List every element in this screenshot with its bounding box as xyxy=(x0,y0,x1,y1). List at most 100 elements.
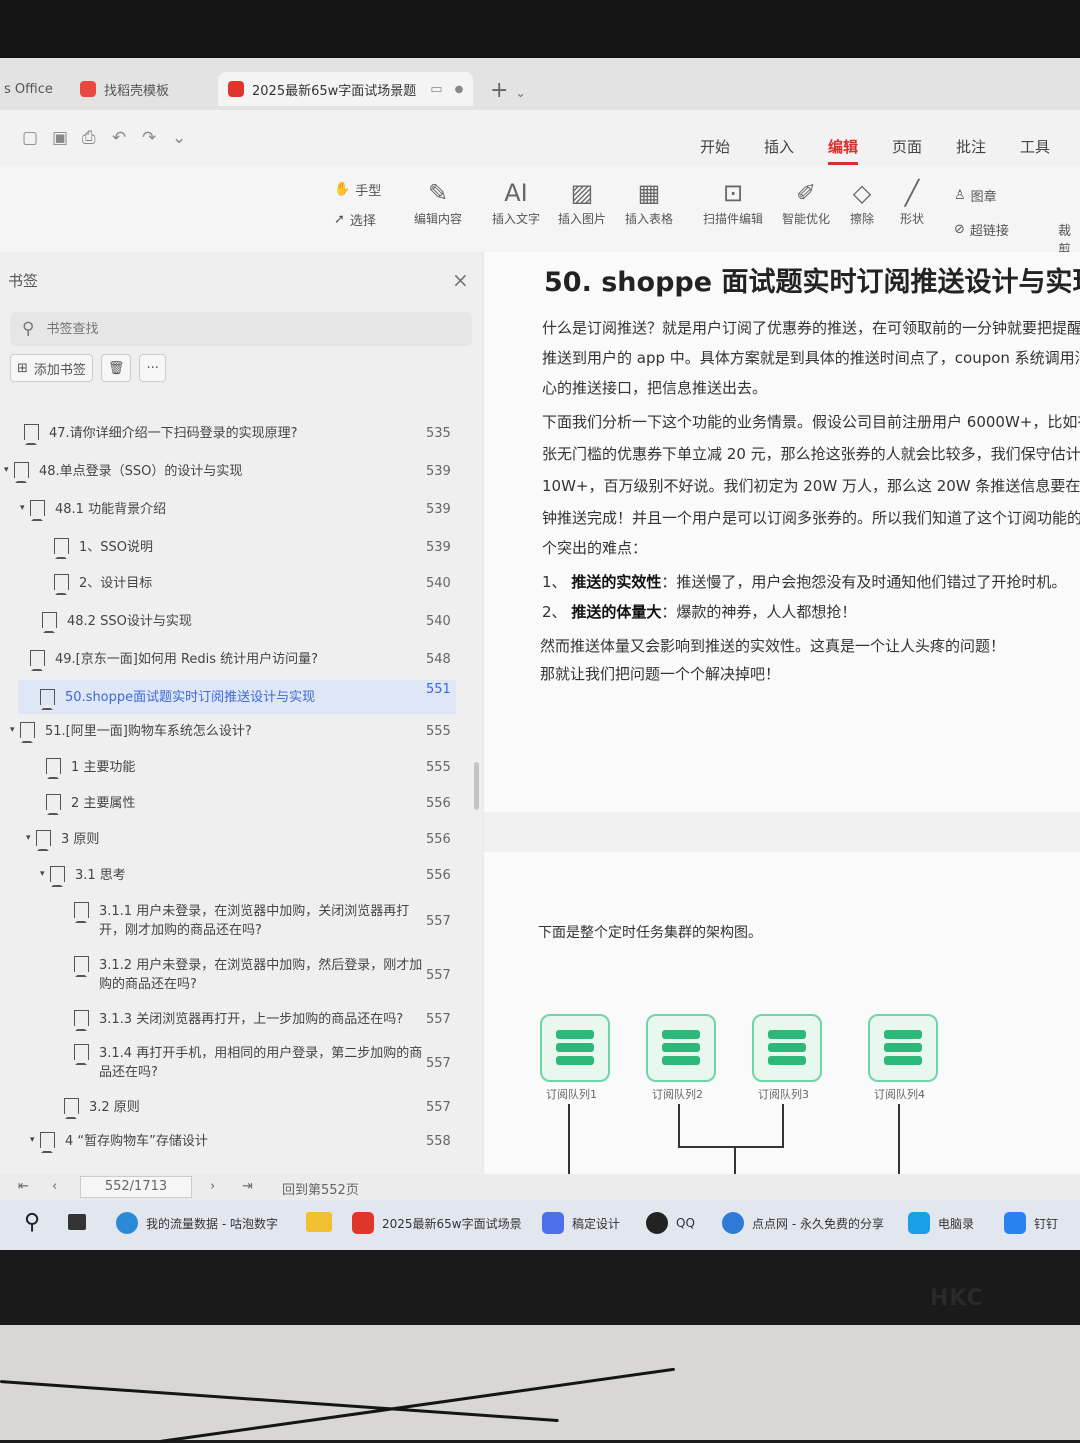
bookmark-item[interactable]: 47.请你详细介绍一下扫码登录的实现原理? 535 xyxy=(0,424,460,445)
scan-edit-button[interactable]: ⊡ 扫描件编辑 xyxy=(703,176,763,227)
bookmark-item[interactable]: 48.2 SSO设计与实现 540 xyxy=(0,612,460,633)
expand-arrow-icon[interactable]: ▾ xyxy=(30,1135,40,1145)
bookmark-icon xyxy=(40,1132,55,1153)
bookmark-item[interactable]: 3.1.4 再打开手机，用相同的用户登录，第二步加购的商品还在吗? 557 xyxy=(0,1044,460,1082)
insert-text-icon: AI xyxy=(504,179,528,207)
bookmark-label: 1 主要功能 xyxy=(71,760,136,775)
folder-icon[interactable] xyxy=(306,1212,332,1232)
paragraph-line: 张无门槛的优惠券下单立减 20 元，那么抢这张券的人就会比较多，我们保守估计 xyxy=(542,445,1080,463)
bookmark-icon xyxy=(50,866,65,887)
edit-content-button[interactable]: ✎ 编辑内容 xyxy=(414,176,462,227)
taskbar-dingtalk[interactable]: 钉钉 xyxy=(1004,1212,1058,1234)
back-to-page-link[interactable]: 回到第552页 xyxy=(282,1179,359,1198)
page-indicator[interactable]: 552/1713 xyxy=(80,1176,192,1198)
bookmark-item[interactable]: ▾ 3 原则 556 xyxy=(0,830,460,851)
taskbar-diandian[interactable]: 点点网 - 永久免费的分享 xyxy=(722,1212,884,1234)
bookmark-item[interactable]: 3.1.2 用户未登录，在浏览器中加购，然后登录，刚才加购的商品还在吗? 557 xyxy=(0,956,460,994)
stamp-button[interactable]: ♙ 图章 xyxy=(954,186,997,205)
insert-image-button[interactable]: ▨ 插入图片 xyxy=(558,176,606,227)
search-icon[interactable]: ⚲ xyxy=(24,1210,40,1235)
taskbar-qq[interactable]: QQ xyxy=(646,1212,695,1234)
bookmark-search-box[interactable]: ⚲ xyxy=(10,312,472,346)
menu-tools[interactable]: 工具 xyxy=(1020,136,1050,157)
tab-template[interactable]: 找稻壳模板 xyxy=(80,72,169,106)
bookmark-page-number: 556 xyxy=(426,796,451,811)
bookmark-item[interactable]: ▾ 51.[阿里一面]购物车系统怎么设计? 555 xyxy=(0,722,460,743)
task-view-icon[interactable] xyxy=(68,1214,86,1230)
bookmark-item[interactable]: 3.1.3 关闭浏览器再打开，上一步加购的商品还在吗? 557 xyxy=(0,1010,460,1031)
bookmark-item[interactable]: ▾ 3.1 思考 556 xyxy=(0,866,460,887)
more-chevron-icon[interactable]: ⌄ xyxy=(172,128,186,148)
tab-document[interactable]: 2025最新65w字面试场景题 ▭ ● xyxy=(218,72,474,106)
print-icon[interactable]: ⎙ xyxy=(82,128,96,148)
bookmark-search-input[interactable] xyxy=(44,320,429,338)
taskbar-wps[interactable]: 2025最新65w字面试场景 xyxy=(352,1212,522,1234)
taskbar-recorder[interactable]: 电脑录 xyxy=(908,1212,974,1234)
taskbar-edge[interactable]: 我的流量数据 - 咕泡数字 xyxy=(116,1212,278,1234)
add-bookmark-button[interactable]: ⊞ 添加书签 xyxy=(10,354,93,382)
bookmark-icon xyxy=(74,956,89,977)
last-page-icon[interactable]: ⇥ xyxy=(242,1179,253,1194)
expand-arrow-icon[interactable]: ▾ xyxy=(20,503,30,513)
bookmark-item[interactable]: 3.2 原则 557 xyxy=(0,1098,460,1119)
optimize-icon: ✐ xyxy=(795,179,817,207)
bookmark-label: 3.1.1 用户未登录，在浏览器中加购，关闭浏览器再打开，刚才加购的商品还在吗? xyxy=(99,904,410,938)
select-tool[interactable]: ➚ 选择 xyxy=(334,210,376,229)
more-options-button[interactable]: ··· xyxy=(139,354,166,382)
taskbar-edge-label: 我的流量数据 - 咕泡数字 xyxy=(146,1216,278,1231)
menu-page[interactable]: 页面 xyxy=(892,136,922,157)
menu-edit[interactable]: 编辑 xyxy=(828,136,859,165)
expand-arrow-icon[interactable]: ▾ xyxy=(10,725,20,735)
bookmark-item[interactable]: 50.shoppe面试题实时订阅推送设计与实现 551 xyxy=(18,680,456,714)
bookmark-page-number: 557 xyxy=(426,968,451,983)
image-icon: ▨ xyxy=(570,179,594,207)
taskbar-gaoding[interactable]: 稿定设计 xyxy=(542,1212,620,1234)
menu-comment[interactable]: 批注 xyxy=(956,136,986,157)
insert-text-button[interactable]: AI 插入文字 xyxy=(492,176,540,227)
shape-button[interactable]: ╱ 形状 xyxy=(900,176,924,227)
link-icon: ⊘ xyxy=(954,222,965,237)
new-tab-button[interactable]: + ⌄ xyxy=(490,78,526,103)
bookmark-item[interactable]: 1、SSO说明 539 xyxy=(0,538,460,559)
bookmark-icon xyxy=(40,689,55,710)
insert-table-button[interactable]: ▦ 插入表格 xyxy=(625,176,673,227)
hyperlink-button[interactable]: ⊘ 超链接 xyxy=(954,220,1009,239)
bookmark-item[interactable]: 3.1.1 用户未登录，在浏览器中加购，关闭浏览器再打开，刚才加购的商品还在吗?… xyxy=(0,902,460,940)
bookmark-item[interactable]: ▾ 48.单点登录（SSO）的设计与实现 539 xyxy=(0,462,460,483)
sidebar-scrollbar[interactable] xyxy=(474,762,479,810)
close-icon[interactable]: × xyxy=(452,268,469,292)
delete-bookmark-button[interactable]: 🗑 xyxy=(100,354,132,382)
menu-start[interactable]: 开始 xyxy=(700,136,730,157)
bookmark-item[interactable]: ▾ 48.1 功能背景介绍 539 xyxy=(0,500,460,521)
list-point-2: 2、 推送的体量大：爆款的神券，人人都想抢！ xyxy=(542,603,857,621)
queue-label: 订阅队列2 xyxy=(652,1088,703,1101)
edit-content-label: 编辑内容 xyxy=(414,212,463,226)
bookmark-item[interactable]: 49.[京东一面]如何用 Redis 统计用户访问量? 548 xyxy=(0,650,460,671)
insert-image-label: 插入图片 xyxy=(558,212,607,226)
menu-insert[interactable]: 插入 xyxy=(764,136,794,157)
erase-label: 擦除 xyxy=(850,212,875,226)
first-page-icon[interactable]: ⇤ xyxy=(18,1179,29,1194)
hand-tool[interactable]: ✋ 手型 xyxy=(334,180,381,199)
expand-arrow-icon[interactable]: ▾ xyxy=(40,869,50,879)
bookmark-item[interactable]: 1 主要功能 555 xyxy=(0,758,460,779)
bookmark-icon xyxy=(30,650,45,671)
bookmark-item[interactable]: 2 主要属性 556 xyxy=(0,794,460,815)
prev-page-icon[interactable]: ‹ xyxy=(52,1179,57,1194)
save-icon[interactable]: ▣ xyxy=(52,128,68,148)
bookmark-item[interactable]: ▾ 4 “暂存购物车”存储设计 558 xyxy=(0,1132,460,1153)
page-navigation-bar: ⇤ ‹ 552/1713 › ⇥ 回到第552页 xyxy=(0,1174,482,1200)
monitor-icon[interactable]: ▭ xyxy=(430,82,442,97)
expand-arrow-icon[interactable]: ▾ xyxy=(26,833,36,843)
tab-office[interactable]: s Office xyxy=(4,72,53,106)
next-page-icon[interactable]: › xyxy=(210,1179,215,1194)
smart-optimize-button[interactable]: ✐ 智能优化 xyxy=(782,176,830,227)
erase-button[interactable]: ◇ 擦除 xyxy=(850,176,874,227)
undo-icon[interactable]: ↶ xyxy=(112,128,126,148)
bookmark-list: 47.请你详细介绍一下扫码登录的实现原理? 535 ▾ 48.单点登录（SSO）的设计… xyxy=(0,394,470,1174)
redo-icon[interactable]: ↷ xyxy=(142,128,156,148)
bookmark-item[interactable]: 2、设计目标 540 xyxy=(0,574,460,595)
taskbar-qq-label: QQ xyxy=(676,1216,695,1230)
open-folder-icon[interactable]: ▢ xyxy=(22,128,38,148)
expand-arrow-icon[interactable]: ▾ xyxy=(4,465,14,475)
